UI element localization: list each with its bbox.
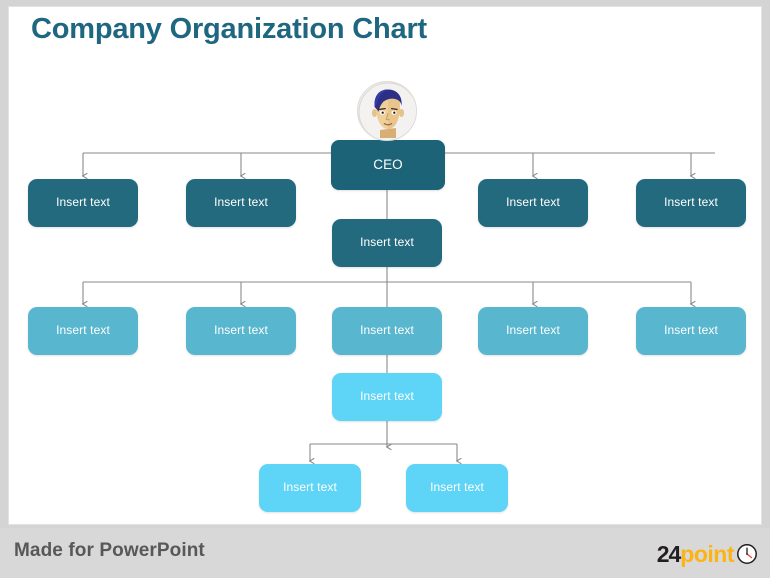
node-level6-1[interactable]: Insert text — [259, 464, 361, 512]
footer-caption: Made for PowerPoint — [14, 540, 205, 561]
logo-text-point: point — [680, 540, 734, 567]
node-level6-2[interactable]: Insert text — [406, 464, 508, 512]
ceo-avatar — [357, 81, 417, 141]
node-label: Insert text — [664, 323, 718, 338]
node-level2-1[interactable]: Insert text — [28, 179, 138, 227]
node-label: Insert text — [214, 195, 268, 210]
node-label: Insert text — [506, 323, 560, 338]
node-label: Insert text — [664, 195, 718, 210]
slide-canvas: Company Organization Chart CEO Insert te… — [8, 6, 762, 525]
logo-text-24: 24 — [656, 540, 682, 567]
org-chart: CEO Insert text Insert text Insert text … — [9, 7, 763, 526]
node-label: Insert text — [56, 323, 110, 338]
node-level2-4[interactable]: Insert text — [636, 179, 746, 227]
clock-icon — [737, 544, 757, 564]
brand-logo[interactable]: 24 point — [657, 541, 758, 567]
node-label: Insert text — [360, 323, 414, 338]
node-label: Insert text — [360, 235, 414, 250]
node-label: Insert text — [360, 389, 414, 404]
slide-root: Company Organization Chart CEO Insert te… — [0, 0, 770, 578]
node-level4-1[interactable]: Insert text — [28, 307, 138, 355]
node-ceo[interactable]: CEO — [331, 140, 445, 190]
node-level3-center[interactable]: Insert text — [332, 219, 442, 267]
node-label: Insert text — [214, 323, 268, 338]
footer-bar: Made for PowerPoint 24 point — [0, 528, 770, 578]
node-level4-2[interactable]: Insert text — [186, 307, 296, 355]
node-level4-5[interactable]: Insert text — [636, 307, 746, 355]
node-label: CEO — [373, 156, 403, 172]
male-person-avatar-icon — [358, 82, 416, 140]
node-label: Insert text — [283, 480, 337, 495]
node-label: Insert text — [506, 195, 560, 210]
node-level2-3[interactable]: Insert text — [478, 179, 588, 227]
node-label: Insert text — [430, 480, 484, 495]
node-level4-3[interactable]: Insert text — [332, 307, 442, 355]
node-level4-4[interactable]: Insert text — [478, 307, 588, 355]
node-level5-center[interactable]: Insert text — [332, 373, 442, 421]
node-level2-2[interactable]: Insert text — [186, 179, 296, 227]
node-label: Insert text — [56, 195, 110, 210]
